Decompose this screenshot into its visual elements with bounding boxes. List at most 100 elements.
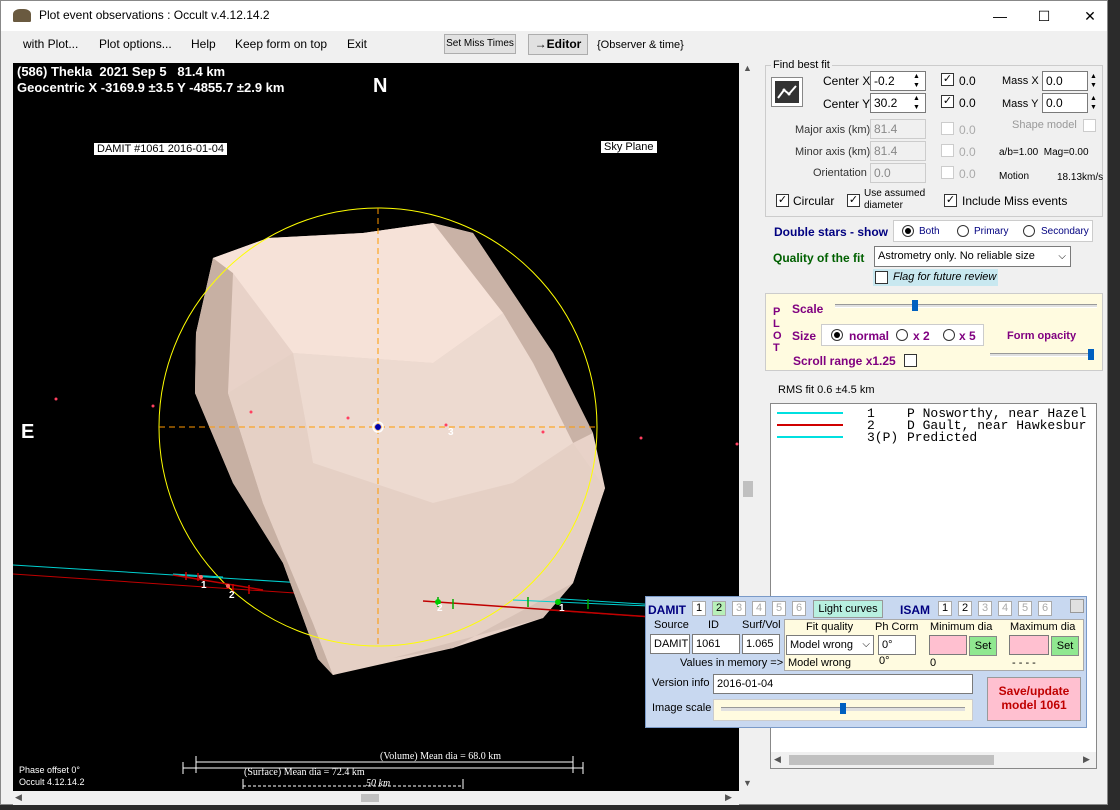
quality-label: Quality of the fit bbox=[773, 251, 865, 265]
quality-select-value: Astrometry only. No reliable size bbox=[878, 250, 1035, 262]
image-scale-slider-thumb[interactable] bbox=[840, 703, 846, 714]
plot-vscroll-thumb[interactable] bbox=[743, 481, 753, 497]
best-fit-icon bbox=[775, 81, 799, 103]
damit-tab-1[interactable]: 1 bbox=[692, 601, 706, 616]
double-secondary-radio[interactable] bbox=[1023, 225, 1035, 237]
orientation-checkbox[interactable] bbox=[941, 166, 954, 179]
editor-button[interactable]: →Editor bbox=[528, 34, 588, 55]
scale-slider[interactable] bbox=[835, 300, 1097, 311]
menu-with-plot[interactable]: with Plot... bbox=[23, 37, 78, 51]
isam-tab-3[interactable]: 3 bbox=[978, 601, 992, 616]
min-dia-header: Minimum dia bbox=[930, 621, 993, 633]
size-normal-radio[interactable] bbox=[831, 329, 843, 341]
minor-axis-checkbox[interactable] bbox=[941, 144, 954, 157]
damit-close-button[interactable] bbox=[1070, 599, 1084, 613]
chord-label-2b: 2 bbox=[437, 603, 443, 614]
double-secondary-label: Secondary bbox=[1041, 226, 1089, 237]
size-label: Size bbox=[792, 329, 817, 343]
fit-quality-header: Fit quality bbox=[806, 621, 854, 633]
legend-line-2 bbox=[777, 424, 843, 426]
image-scale-slider[interactable] bbox=[721, 703, 965, 714]
double-primary-radio[interactable] bbox=[957, 225, 969, 237]
double-both-radio[interactable] bbox=[902, 225, 914, 237]
include-miss-checkbox[interactable]: ✓ bbox=[944, 194, 957, 207]
isam-tab-1[interactable]: 1 bbox=[938, 601, 952, 616]
minor-axis-input[interactable]: 81.4 bbox=[870, 141, 926, 161]
list-hscroll-thumb[interactable] bbox=[789, 755, 994, 765]
maximize-button[interactable]: ☐ bbox=[1021, 1, 1067, 31]
isam-tab-2[interactable]: 2 bbox=[958, 601, 972, 616]
plot-canvas[interactable]: (586) Thekla 2021 Sep 5 81.4 km Geocentr… bbox=[13, 63, 739, 791]
main-window: Plot event observations : Occult v.4.12.… bbox=[0, 0, 1108, 805]
app-icon bbox=[13, 9, 31, 22]
damit-tab-2[interactable]: 2 bbox=[712, 601, 726, 616]
major-axis-label: Major axis (km) bbox=[795, 124, 871, 136]
double-stars-label: Double stars - show bbox=[774, 225, 889, 239]
isam-tab-5[interactable]: 5 bbox=[1018, 601, 1032, 616]
plot-hscroll-thumb[interactable] bbox=[361, 794, 379, 802]
plot-horizontal-scrollbar[interactable]: ◀ ▶ bbox=[13, 791, 739, 805]
orientation-input[interactable]: 0.0 bbox=[870, 163, 926, 183]
size-x2-radio[interactable] bbox=[896, 329, 908, 341]
center-x-fix-checkbox[interactable]: ✓ bbox=[941, 73, 954, 86]
light-curves-button[interactable]: Light curves bbox=[813, 600, 883, 618]
size-normal-label: normal bbox=[849, 329, 890, 343]
fit-quality-select[interactable]: Model wrong ⌵ bbox=[786, 635, 874, 655]
damit-tab-4[interactable]: 4 bbox=[752, 601, 766, 616]
surfvol-field[interactable]: 1.065 bbox=[742, 634, 780, 654]
legend-line-3 bbox=[777, 436, 843, 438]
max-dia-field[interactable] bbox=[1009, 635, 1049, 655]
mass-y-input[interactable]: 0.0 bbox=[1042, 93, 1088, 113]
version-label: Occult 4.12.14.2 bbox=[19, 777, 85, 787]
save-update-button[interactable]: Save/update model 1061 bbox=[987, 677, 1081, 721]
source-field[interactable]: DAMIT bbox=[650, 634, 690, 654]
quality-select[interactable]: Astrometry only. No reliable size ⌵ bbox=[874, 246, 1071, 267]
surface-dia-label: (Surface) Mean dia = 72.4 km bbox=[244, 767, 365, 778]
flag-review-checkbox[interactable] bbox=[875, 271, 888, 284]
find-best-fit-button[interactable] bbox=[771, 77, 803, 107]
menu-help[interactable]: Help bbox=[191, 37, 216, 51]
menu-keep-on-top[interactable]: Keep form on top bbox=[235, 37, 327, 51]
set-min-button[interactable]: Set bbox=[969, 636, 997, 656]
form-opacity-slider[interactable] bbox=[990, 349, 1094, 360]
center-x-spinner[interactable]: ▲ ▼ bbox=[913, 72, 920, 90]
close-button[interactable]: ✕ bbox=[1067, 1, 1113, 31]
plot-header-line2: Geocentric X -3169.9 ±3.5 Y -4855.7 ±2.9… bbox=[17, 80, 285, 95]
list-hscrollbar[interactable]: ◀ ▶ bbox=[771, 752, 1096, 768]
id-field[interactable]: 1061 bbox=[692, 634, 740, 654]
damit-tab-6[interactable]: 6 bbox=[792, 601, 806, 616]
center-x-label: Center X bbox=[823, 74, 871, 88]
mass-x-spinner[interactable]: ▲ ▼ bbox=[1090, 72, 1097, 90]
size-x5-radio[interactable] bbox=[943, 329, 955, 341]
ph-corr-field[interactable]: 0° bbox=[878, 635, 916, 655]
min-dia-field[interactable] bbox=[929, 635, 967, 655]
center-y-fix-checkbox[interactable]: ✓ bbox=[941, 95, 954, 108]
set-max-button[interactable]: Set bbox=[1051, 636, 1079, 656]
orientation-zero: 0.0 bbox=[959, 167, 976, 181]
menu-plot-options[interactable]: Plot options... bbox=[99, 37, 172, 51]
version-info-field[interactable]: 2016-01-04 bbox=[713, 674, 973, 694]
scale-slider-thumb[interactable] bbox=[912, 300, 918, 311]
center-y-spinner[interactable]: ▲ ▼ bbox=[913, 94, 920, 112]
fit-quality-value: Model wrong bbox=[790, 639, 853, 651]
isam-tab-6[interactable]: 6 bbox=[1038, 601, 1052, 616]
damit-tab-3[interactable]: 3 bbox=[732, 601, 746, 616]
major-axis-input[interactable]: 81.4 bbox=[870, 119, 926, 139]
isam-label: ISAM bbox=[900, 603, 930, 617]
scroll-range-checkbox[interactable] bbox=[904, 354, 917, 367]
use-assumed-checkbox[interactable]: ✓ bbox=[847, 194, 860, 207]
isam-tab-4[interactable]: 4 bbox=[998, 601, 1012, 616]
minimize-button[interactable]: — bbox=[977, 1, 1023, 31]
shape-model-checkbox[interactable] bbox=[1083, 119, 1096, 132]
mass-y-spinner[interactable]: ▲ ▼ bbox=[1090, 94, 1097, 112]
menu-exit[interactable]: Exit bbox=[347, 37, 367, 51]
scale-slider-label: Scale bbox=[792, 302, 824, 316]
scale-label: 50 km bbox=[366, 778, 391, 789]
version-info-label: Version info bbox=[652, 677, 710, 689]
major-axis-checkbox[interactable] bbox=[941, 122, 954, 135]
form-opacity-slider-thumb[interactable] bbox=[1088, 349, 1094, 360]
damit-tab-5[interactable]: 5 bbox=[772, 601, 786, 616]
mass-x-input[interactable]: 0.0 bbox=[1042, 71, 1088, 91]
set-miss-times-button[interactable]: Set Miss Times bbox=[444, 34, 516, 54]
circular-checkbox[interactable]: ✓ bbox=[776, 194, 789, 207]
